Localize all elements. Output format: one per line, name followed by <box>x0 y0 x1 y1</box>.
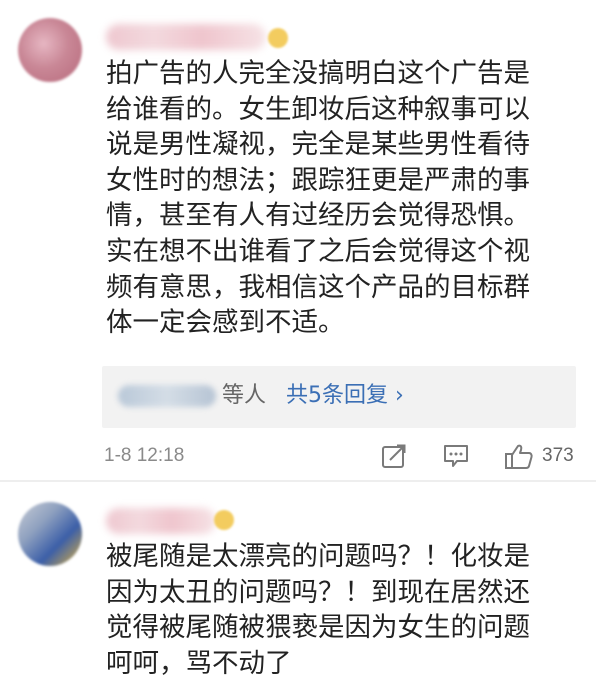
comment-text: 被尾随是太漂亮的问题吗？！化妆是 因为太丑的问题吗？！到现在居然还 觉得被尾随被… <box>106 541 530 679</box>
replies-suffix: 等人 <box>222 383 267 408</box>
comment-item: 被尾随是太漂亮的问题吗？！化妆是 因为太丑的问题吗？！到现在居然还 觉得被尾随被… <box>0 482 596 700</box>
user-badge-icon <box>268 28 288 48</box>
comment-timestamp: 1-8 12:18 <box>104 445 185 466</box>
username-blurred[interactable] <box>106 508 216 534</box>
like-count: 373 <box>542 445 574 466</box>
reply-usernames-blurred <box>118 385 216 407</box>
view-replies-link[interactable]: 共5条回复 › <box>286 380 404 412</box>
comment-text: 拍广告的人完全没搞明白这个广告是 给谁看的。女生卸妆后这种叙事可以 说是男性凝视… <box>106 58 530 339</box>
comment-footer: 1-8 12:18 373 <box>0 440 596 474</box>
avatar[interactable] <box>18 18 82 82</box>
share-icon[interactable] <box>380 442 408 470</box>
avatar[interactable] <box>18 502 82 566</box>
replies-box[interactable]: 等人 共5条回复 › <box>102 366 576 428</box>
comment-item: 拍广告的人完全没搞明白这个广告是 给谁看的。女生卸妆后这种叙事可以 说是男性凝视… <box>0 0 596 480</box>
user-badge-icon <box>214 510 234 530</box>
thumbs-up-icon[interactable] <box>504 442 533 470</box>
username-blurred[interactable] <box>106 24 266 50</box>
comment-icon[interactable] <box>442 442 470 470</box>
